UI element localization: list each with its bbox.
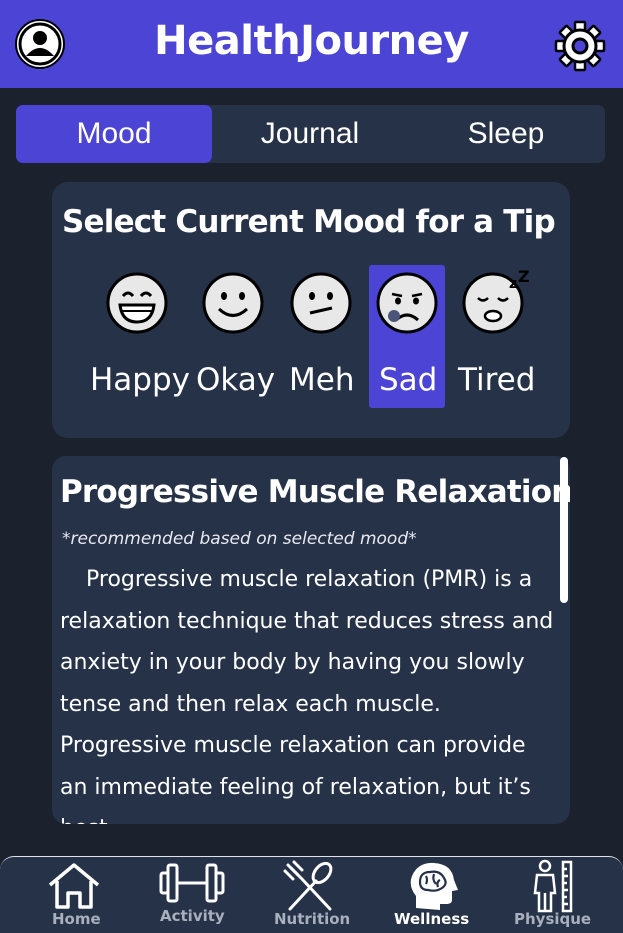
gear-icon [554,20,606,72]
nav-label-physique: Physique [514,910,592,928]
tip-subtitle: *recommended based on selected mood* [62,529,417,549]
tip-scrollbar[interactable] [560,457,568,603]
nav-item-wellness[interactable]: Wellness [390,857,476,933]
nav-label-home: Home [52,910,101,928]
mood-option-okay[interactable]: Okay [194,268,276,408]
fork-spoon-icon [283,860,333,911]
tab-mood[interactable]: Mood [16,105,212,163]
nav-label-wellness: Wellness [394,910,470,928]
mood-option-sad[interactable]: Sad [369,265,445,408]
sad-face-icon [376,272,438,334]
brain-head-icon [410,862,458,910]
svg-text:Z: Z [518,268,530,286]
svg-text:z: z [509,276,517,292]
mood-selector-card: Select Current Mood for a Tip Happy Okay [52,182,570,438]
settings-button[interactable] [554,20,606,72]
smiling-face-icon [202,272,264,334]
nav-item-home[interactable]: Home [40,857,110,933]
mood-label-happy: Happy [90,362,191,398]
mood-label-sad: Sad [379,362,438,398]
tip-paragraph: Progressive muscle relaxation (PMR) is a… [60,567,554,717]
tab-journal[interactable]: Journal [212,105,408,163]
nav-label-activity: Activity [160,907,225,925]
tab-bar: Mood Journal Sleep [16,105,605,163]
mood-option-meh[interactable]: Meh [284,268,360,408]
nav-label-nutrition: Nutrition [274,910,351,928]
neutral-face-icon [290,272,352,334]
tip-paragraph: Progressive muscle relaxation can provid… [60,733,531,824]
app-title: HealthJourney [154,18,469,64]
tip-card[interactable]: Progressive Muscle Relaxation *recommend… [52,456,570,824]
mood-option-tired[interactable]: z Z Tired [454,268,540,408]
mood-heading: Select Current Mood for a Tip [62,204,556,240]
sleeping-face-icon: z Z [462,268,530,334]
dumbbell-icon [159,863,225,903]
mood-label-tired: Tired [458,362,536,398]
nav-item-activity[interactable]: Activity [150,857,236,933]
mood-label-meh: Meh [289,362,355,398]
body-measure-icon [533,859,573,913]
mood-option-happy[interactable]: Happy [88,268,191,408]
tab-sleep[interactable]: Sleep [408,105,604,163]
nav-item-nutrition[interactable]: Nutrition [268,857,354,933]
nav-item-physique[interactable]: Physique [510,857,596,933]
grinning-face-icon [106,272,168,334]
mood-label-okay: Okay [196,362,276,398]
tip-body: Progressive muscle relaxation (PMR) is a… [60,559,558,824]
bottom-nav: Home Activity Nutrition Wellness Physiqu… [0,856,623,933]
tip-title: Progressive Muscle Relaxation [60,474,570,510]
app-header: HealthJourney [0,0,623,88]
home-icon [48,863,100,909]
